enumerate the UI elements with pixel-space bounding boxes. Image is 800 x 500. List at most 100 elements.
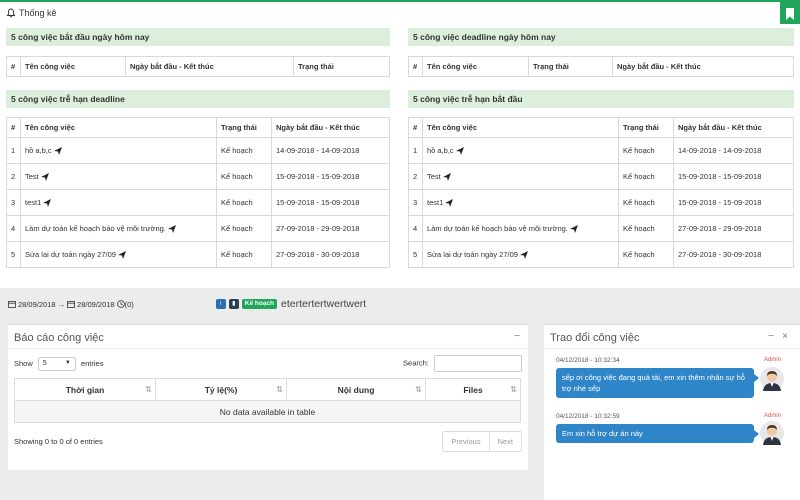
send-icon	[519, 251, 528, 259]
task-dates: 27-09-2018 - 30-09-2018	[673, 241, 794, 268]
col-header-files[interactable]: Files ⇅	[425, 378, 521, 401]
message-bubble: sếp ơi công việc đang quá tải, em xin th…	[556, 368, 759, 398]
col-header: Trạng thái	[618, 117, 674, 138]
search-input[interactable]	[434, 355, 522, 372]
task-link[interactable]: Sửa lại dự toán ngày 27/09	[20, 241, 217, 268]
chat-message: 04/12/2018 - 10:32:34 Admin sếp ơi công …	[556, 357, 781, 398]
empty-message: No data available in table	[14, 400, 521, 423]
sort-icon: ⇅	[415, 385, 422, 394]
message-time: 04/12/2018 - 10:32:59	[556, 413, 620, 420]
task-link[interactable]: hồ a,b,c	[422, 137, 619, 164]
table-row: 4 Làm dự toán kế hoạch bảo vệ môi trường…	[6, 215, 390, 242]
task-name[interactable]: Làm dự toán kế hoạch bảo vệ môi trường.	[25, 224, 166, 233]
task-status: Kế hoạch	[618, 137, 674, 164]
col-header-time[interactable]: Thời gian ⇅	[14, 378, 156, 401]
col-header: Ngày bắt đầu - Kết thúc	[612, 56, 794, 77]
task-link[interactable]: Làm dự toán kế hoạch bảo vệ môi trường.	[422, 215, 619, 242]
calendar-icon	[67, 301, 75, 308]
show-label: Show	[14, 358, 33, 368]
table-row: 3 test1 Kế hoạch 15-09-2018 - 15-09-2018	[408, 189, 794, 216]
card-header: Trao đổi công việc − ×	[544, 325, 800, 349]
task-link[interactable]: Sửa lại dự toán ngày 27/09	[422, 241, 619, 268]
table-row: 5 Sửa lại dự toán ngày 27/09 Kế hoạch 27…	[6, 241, 390, 268]
entries-value: 5	[42, 359, 47, 367]
task-link[interactable]: test1	[20, 189, 217, 216]
col-header-label: Thời gian	[65, 384, 105, 395]
task-status: Kế hoạch	[618, 189, 674, 216]
overdue-deadline-table: # Tên công việc Trạng thái Ngày bắt đầu …	[6, 117, 390, 268]
task-name[interactable]: hồ a,b,c	[25, 146, 52, 155]
collapse-button[interactable]: −	[514, 331, 520, 342]
task-name[interactable]: Test	[25, 172, 39, 181]
task-dates: 14-09-2018 - 14-09-2018	[673, 137, 794, 164]
task-name[interactable]: Sửa lại dự toán ngày 27/09	[427, 250, 518, 259]
entries-control: Show 5 ▼ entries	[14, 356, 103, 371]
col-header: #	[408, 56, 423, 77]
task-name[interactable]: Test	[427, 172, 441, 181]
task-link[interactable]: Làm dự toán kế hoạch bảo vệ môi trường.	[20, 215, 217, 242]
send-icon	[442, 173, 451, 181]
chart-button[interactable]: ▮	[228, 299, 239, 309]
pagination: Previous Next	[442, 431, 522, 452]
page-title: Thống kê	[19, 8, 57, 18]
row-number: 4	[6, 215, 21, 242]
row-number: 1	[6, 137, 21, 164]
close-button[interactable]: ×	[782, 331, 788, 342]
table-controls: Show 5 ▼ entries Search:	[8, 349, 528, 378]
sort-asc-icon: ⇅	[145, 385, 152, 394]
chat-message: 04/12/2018 - 10:32:59 Admin Em xin hỗ tr…	[556, 413, 781, 443]
task-link[interactable]: Test	[422, 163, 619, 190]
row-number: 2	[408, 163, 423, 190]
col-header: Trạng thái	[293, 56, 390, 77]
send-icon	[445, 199, 454, 207]
col-header: Ngày bắt đầu - Kết thúc	[673, 117, 794, 138]
work-report-card: Báo cáo công việc − Show 5 ▼ entries Sear…	[8, 324, 528, 470]
col-header-label: Files	[463, 384, 483, 395]
deadline-today-table: # Tên công việc Trạng thái Ngày bắt đầu …	[408, 56, 794, 77]
col-header: Tên công việc	[20, 117, 217, 138]
col-header-content[interactable]: Nội dung ⇅	[286, 378, 426, 401]
col-header: Trạng thái	[216, 117, 272, 138]
entries-select[interactable]: 5 ▼	[37, 356, 76, 371]
task-status: Kế hoạch	[618, 241, 674, 268]
message-author: Admin	[763, 357, 781, 363]
bookmark-button[interactable]	[780, 2, 800, 26]
col-header-label: Tỷ lệ(%)	[204, 384, 238, 395]
row-number: 3	[6, 189, 21, 216]
task-link[interactable]: hồ a,b,c	[20, 137, 217, 164]
row-number: 4	[408, 215, 423, 242]
task-name[interactable]: Sửa lại dự toán ngày 27/09	[25, 250, 116, 259]
send-icon	[455, 147, 464, 155]
message-meta: 04/12/2018 - 10:32:59 Admin	[556, 413, 781, 420]
send-icon	[43, 199, 52, 207]
panel-overdue-deadline: 5 công việc trễ hạn deadline # Tên công …	[6, 90, 390, 268]
task-name[interactable]: hồ a,b,c	[427, 146, 454, 155]
search-control: Search:	[403, 355, 522, 372]
message-meta: 04/12/2018 - 10:32:34 Admin	[556, 357, 781, 364]
table-row: 1 hồ a,b,c Kế hoạch 14-09-2018 - 14-09-2…	[6, 137, 390, 164]
task-link[interactable]: Test	[20, 163, 217, 190]
row-number: 3	[408, 189, 423, 216]
col-header: Trạng thái	[528, 56, 613, 77]
row-number: 1	[408, 137, 423, 164]
send-icon	[40, 173, 49, 181]
task-link[interactable]: test1	[422, 189, 619, 216]
task-dates: 27-09-2018 - 29-09-2018	[271, 215, 390, 242]
card-title: Trao đổi công việc	[550, 332, 640, 344]
task-name[interactable]: Làm dự toán kế hoạch bảo vệ môi trường.	[427, 224, 568, 233]
table-row: 2 Test Kế hoạch 15-09-2018 - 15-09-2018	[408, 163, 794, 190]
task-dates: 27-09-2018 - 30-09-2018	[271, 241, 390, 268]
info-button[interactable]: i	[215, 299, 226, 309]
avatar	[760, 367, 784, 391]
row-number: 5	[6, 241, 21, 268]
previous-button[interactable]: Previous	[443, 432, 488, 451]
minimize-button[interactable]: −	[768, 331, 774, 342]
row-number: 5	[408, 241, 423, 268]
task-name[interactable]: test1	[427, 198, 443, 207]
col-header: #	[6, 117, 21, 138]
task-status: Kế hoạch	[216, 189, 272, 216]
next-button[interactable]: Next	[488, 432, 521, 451]
task-name[interactable]: test1	[25, 198, 41, 207]
col-header-rate[interactable]: Tỷ lệ(%) ⇅	[155, 378, 287, 401]
report-table: Thời gian ⇅ Tỷ lệ(%) ⇅ Nội dung ⇅ Files ⇅ No…	[14, 378, 521, 423]
